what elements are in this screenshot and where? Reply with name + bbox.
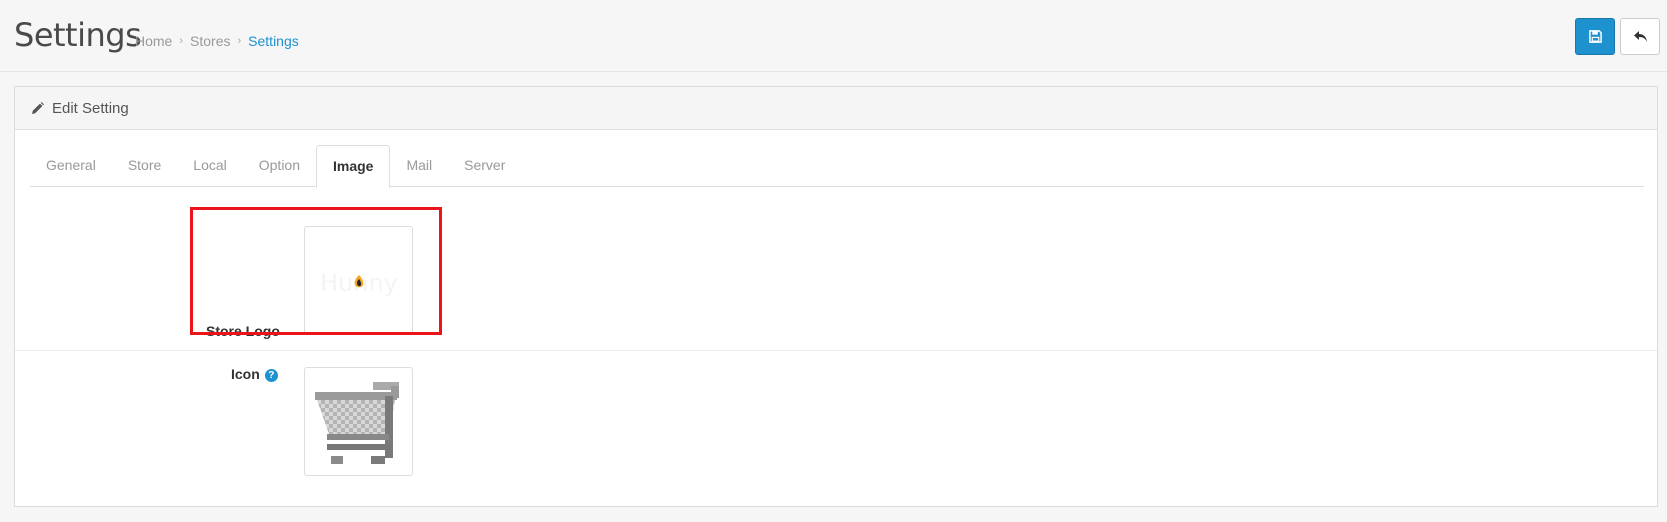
icon-label: Icon? xyxy=(231,366,278,382)
tab-mail[interactable]: Mail xyxy=(390,145,448,187)
reply-icon xyxy=(1633,31,1647,42)
tab-option[interactable]: Option xyxy=(243,145,316,187)
tab-local[interactable]: Local xyxy=(177,145,242,187)
tab-image[interactable]: Image xyxy=(316,145,391,188)
settings-tabs: General Store Local Option Image Mail Se… xyxy=(30,145,1644,188)
breadcrumb-separator: › xyxy=(237,35,242,47)
tab-server[interactable]: Server xyxy=(448,145,521,187)
pencil-icon xyxy=(32,101,44,114)
save-icon xyxy=(1588,30,1602,43)
breadcrumb-home[interactable]: Home xyxy=(135,33,172,49)
page-header: Settings Home › Stores › Settings xyxy=(0,0,1667,72)
highlight-box xyxy=(190,207,442,335)
icon-label-text: Icon xyxy=(231,366,260,382)
tab-store[interactable]: Store xyxy=(112,145,177,187)
breadcrumb: Home › Stores › Settings xyxy=(135,33,299,49)
shopping-cart-icon xyxy=(314,381,399,464)
breadcrumb-stores[interactable]: Stores xyxy=(190,33,230,49)
breadcrumb-separator: › xyxy=(179,35,184,47)
panel-title: Edit Setting xyxy=(52,99,129,117)
icon-thumbnail[interactable] xyxy=(304,367,413,476)
page-title: Settings xyxy=(14,16,142,54)
tab-general[interactable]: General xyxy=(30,145,112,187)
icon-row: Icon? xyxy=(15,352,1657,507)
breadcrumb-settings[interactable]: Settings xyxy=(248,33,299,49)
help-icon[interactable]: ? xyxy=(264,369,278,382)
settings-panel: Edit Setting General Store Local Option … xyxy=(14,86,1658,507)
panel-heading: Edit Setting xyxy=(15,87,1657,130)
save-button[interactable] xyxy=(1575,18,1615,55)
back-button[interactable] xyxy=(1620,18,1660,55)
